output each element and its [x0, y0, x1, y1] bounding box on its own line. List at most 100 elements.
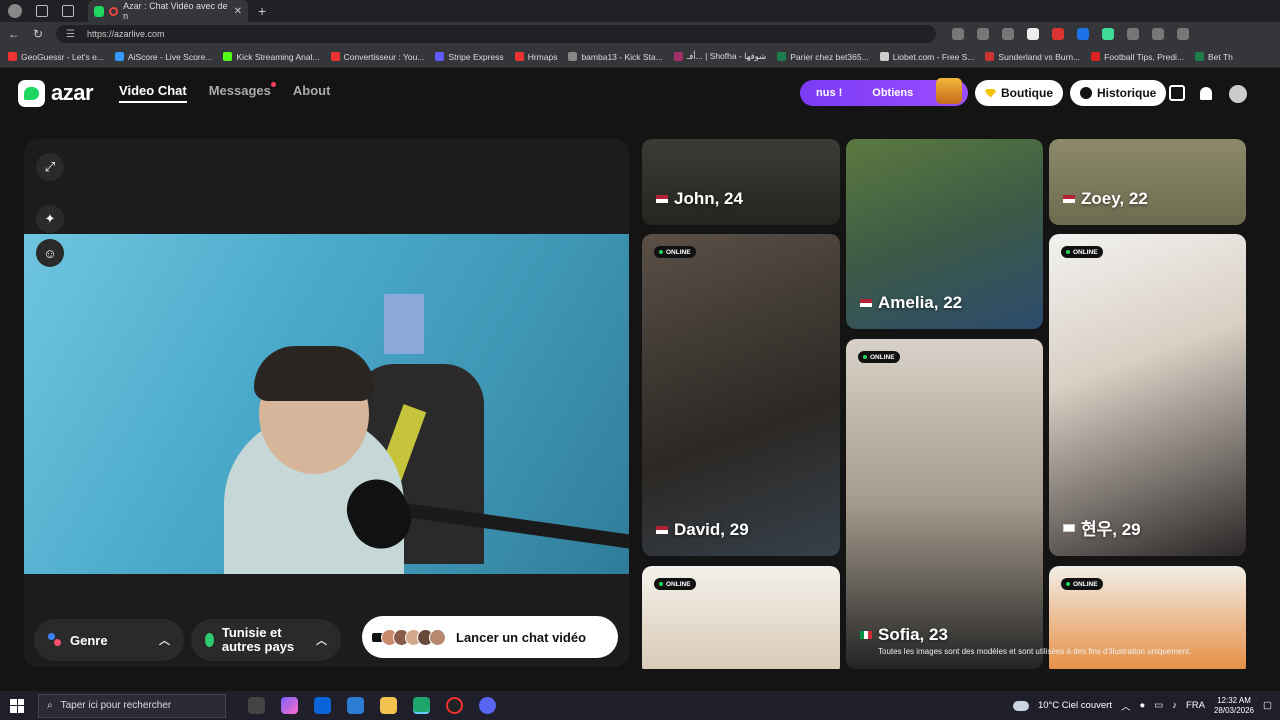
download-icon[interactable]	[1177, 28, 1189, 40]
taskbar-clock[interactable]: 12:32 AM 28/03/2026	[1214, 696, 1254, 716]
globe-icon	[205, 633, 214, 647]
extension-icon[interactable]	[1102, 28, 1114, 40]
online-badge: ONLINE	[654, 246, 696, 258]
address-bar[interactable]: ☰ https://azarlive.com	[56, 25, 936, 43]
bookmark-item[interactable]: bamba13 - Kick Sta...	[568, 52, 663, 62]
bell-icon[interactable]	[1200, 87, 1212, 100]
profile-card[interactable]: ONLINE	[642, 566, 840, 669]
nav-video-chat[interactable]: Video Chat	[119, 83, 187, 103]
tab-title: Azar : Chat Vidéo avec de n	[123, 1, 228, 21]
bookmark-item[interactable]: Sunderland vs Burn...	[985, 52, 1080, 62]
bookmark-item[interactable]: Liobet.com - Free S...	[879, 52, 974, 62]
extension-icons	[952, 28, 1189, 40]
magic-wand-icon[interactable]: ✦	[36, 205, 64, 233]
chevron-up-icon[interactable]: ︿	[1121, 699, 1131, 713]
expand-icon[interactable]: ⤢	[36, 153, 64, 181]
edge-icon[interactable]	[413, 697, 430, 714]
genre-selector[interactable]: Genre ︿	[34, 619, 184, 661]
gender-icon	[48, 633, 62, 647]
file-explorer-icon[interactable]	[380, 697, 397, 714]
bookmark-item[interactable]: Hrmaps	[514, 52, 557, 62]
profile-card[interactable]: ONLINE 현우, 29	[1049, 234, 1246, 556]
nav-about[interactable]: About	[293, 83, 331, 103]
system-tray: 10°C Ciel couvert ︿ ● ▭ ♪ FRA 12:32 AM 28…	[1012, 691, 1272, 720]
profile-card[interactable]: Amelia, 22	[846, 139, 1043, 329]
country-selector[interactable]: Tunisie et autres pays ︿	[191, 619, 341, 661]
browser-tab-active[interactable]: Azar : Chat Vidéo avec de n ✕	[88, 0, 248, 22]
reload-icon[interactable]: ↻	[28, 27, 48, 41]
new-tab-icon[interactable]: +	[258, 3, 266, 19]
cloud-icon	[1012, 700, 1029, 711]
azar-favicon-icon	[94, 5, 105, 17]
bookmarks-bar: GeoGuessr - Let's e... AiScore - Live Sc…	[0, 46, 1280, 68]
extension-icon[interactable]	[1077, 28, 1089, 40]
bookmark-item[interactable]: Stripe Express	[435, 52, 504, 62]
webcam-preview	[24, 234, 629, 574]
logo-text: azar	[51, 80, 94, 105]
weather-text[interactable]: 10°C Ciel couvert	[1038, 700, 1112, 711]
url-text: https://azarlive.com	[86, 29, 165, 39]
obs-icon[interactable]	[446, 697, 463, 714]
account-avatar-icon[interactable]	[1229, 85, 1247, 103]
close-tab-icon[interactable]: ✕	[234, 6, 242, 17]
volume-icon[interactable]: ♪	[1172, 700, 1177, 711]
face-filter-icon[interactable]: ☺	[36, 239, 64, 267]
copilot-icon[interactable]	[281, 697, 298, 714]
notification-dot	[270, 82, 276, 87]
bookmark-item[interactable]: Parier chez bet365...	[777, 52, 869, 62]
sidebar-icon[interactable]	[1152, 28, 1164, 40]
tab-groups-icon[interactable]	[36, 5, 48, 17]
us-flag-icon	[860, 299, 872, 307]
notification-icon[interactable]: ▢	[1263, 700, 1272, 711]
taskbar-search[interactable]: ⌕ Taper ici pour rechercher	[38, 693, 226, 718]
bookmark-item[interactable]: أفـ... | Shofha - شوفها	[673, 51, 766, 62]
profile-card[interactable]: ONLINE Sofia, 23	[846, 339, 1043, 669]
bookmark-item[interactable]: Convertisseur : You...	[330, 52, 424, 62]
bookmark-item[interactable]: Football Tips, Predi...	[1091, 52, 1184, 62]
network-icon[interactable]: ▭	[1154, 700, 1163, 711]
poster-decoration	[384, 294, 424, 354]
azar-logo[interactable]: azar	[18, 79, 94, 107]
bookmark-item[interactable]: GeoGuessr - Let's e...	[8, 52, 104, 62]
extension-icon[interactable]	[977, 28, 989, 40]
profile-card[interactable]: John, 24	[642, 139, 840, 225]
windows-start-icon[interactable]	[10, 698, 24, 713]
bookmark-star-icon[interactable]	[1002, 28, 1014, 40]
store-icon[interactable]	[347, 697, 364, 714]
historique-button[interactable]: Historique	[1070, 80, 1167, 106]
profile-card[interactable]: Zoey, 22	[1049, 139, 1246, 225]
profile-name: 현우, 29	[1063, 515, 1141, 540]
discord-icon[interactable]	[479, 697, 496, 714]
back-icon[interactable]: ←	[4, 27, 24, 41]
extension-icon[interactable]	[1027, 28, 1039, 40]
language-indicator[interactable]: FRA	[1186, 700, 1205, 711]
microphone-icon[interactable]: ●	[1139, 700, 1145, 711]
profile-icon[interactable]	[8, 4, 22, 18]
us-flag-icon	[656, 526, 668, 534]
bookmark-item[interactable]: Bet Th	[1195, 52, 1233, 62]
it-flag-icon	[860, 631, 872, 639]
online-badge: ONLINE	[1061, 246, 1103, 258]
extension-icon[interactable]	[1127, 28, 1139, 40]
inbox-icon[interactable]	[1169, 85, 1185, 101]
nav-messages[interactable]: Messages	[209, 82, 276, 103]
extension-icon[interactable]	[952, 28, 964, 40]
task-view-icon[interactable]	[248, 697, 265, 714]
site-info-icon[interactable]: ☰	[66, 29, 75, 40]
outlook-icon[interactable]	[314, 697, 331, 714]
profile-name: Sofia, 23	[860, 625, 948, 645]
tab-actions-icon[interactable]	[62, 5, 74, 17]
bookmark-item[interactable]: AiScore - Live Score...	[114, 52, 212, 62]
boutique-button[interactable]: Boutique	[975, 80, 1063, 106]
gem-icon	[985, 88, 996, 98]
promo-banner[interactable]: nus ! Obtiens	[800, 78, 968, 106]
bookmark-item[interactable]: Kick Streaming Anal...	[223, 52, 320, 62]
boutique-label: Boutique	[1001, 86, 1053, 100]
image-disclaimer: Toutes les images sont des modèles et so…	[878, 647, 1192, 656]
profile-card[interactable]: ONLINE David, 29	[642, 234, 840, 556]
profile-name: Amelia, 22	[860, 293, 962, 313]
extension-icon[interactable]	[1052, 28, 1064, 40]
launch-video-chat-button[interactable]: Lancer un chat vidéo	[362, 616, 618, 658]
user-headphones	[254, 346, 374, 401]
profile-name: David, 29	[656, 520, 749, 540]
